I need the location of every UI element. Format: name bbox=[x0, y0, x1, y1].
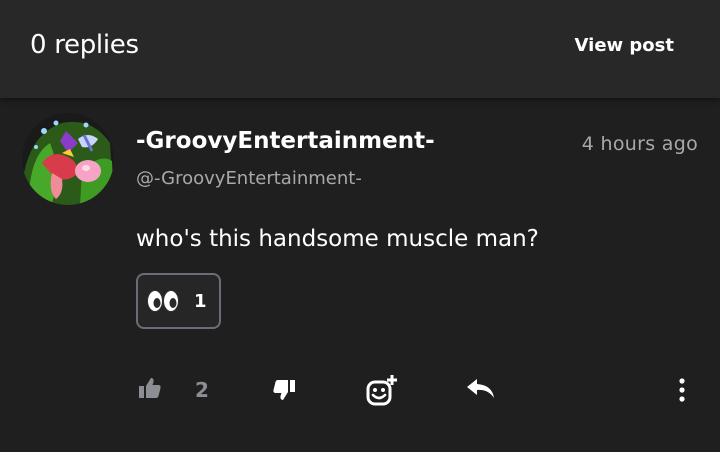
comment-body: who's this handsome muscle man? bbox=[136, 226, 539, 252]
eyes-emoji-icon bbox=[147, 290, 179, 312]
thumbs-down-icon[interactable] bbox=[272, 378, 296, 406]
author-name[interactable]: -GroovyEntertainment- bbox=[136, 128, 435, 154]
view-post-link[interactable]: View post bbox=[575, 35, 674, 56]
avatar[interactable] bbox=[22, 113, 114, 205]
reaction-chip-eyes[interactable]: 1 bbox=[136, 273, 221, 329]
author-handle: @-GroovyEntertainment- bbox=[136, 168, 362, 189]
thumbs-up-icon[interactable] bbox=[138, 376, 162, 404]
comment-timestamp: 4 hours ago bbox=[581, 133, 698, 155]
like-count: 2 bbox=[195, 378, 209, 402]
add-reaction-icon[interactable] bbox=[366, 374, 398, 410]
replies-count: 0 replies bbox=[30, 30, 139, 60]
more-options-icon[interactable] bbox=[674, 378, 690, 406]
reply-icon[interactable] bbox=[466, 377, 496, 405]
reaction-count: 1 bbox=[194, 290, 207, 312]
avatar-image bbox=[22, 113, 114, 205]
top-bar: 0 replies View post bbox=[0, 0, 720, 98]
